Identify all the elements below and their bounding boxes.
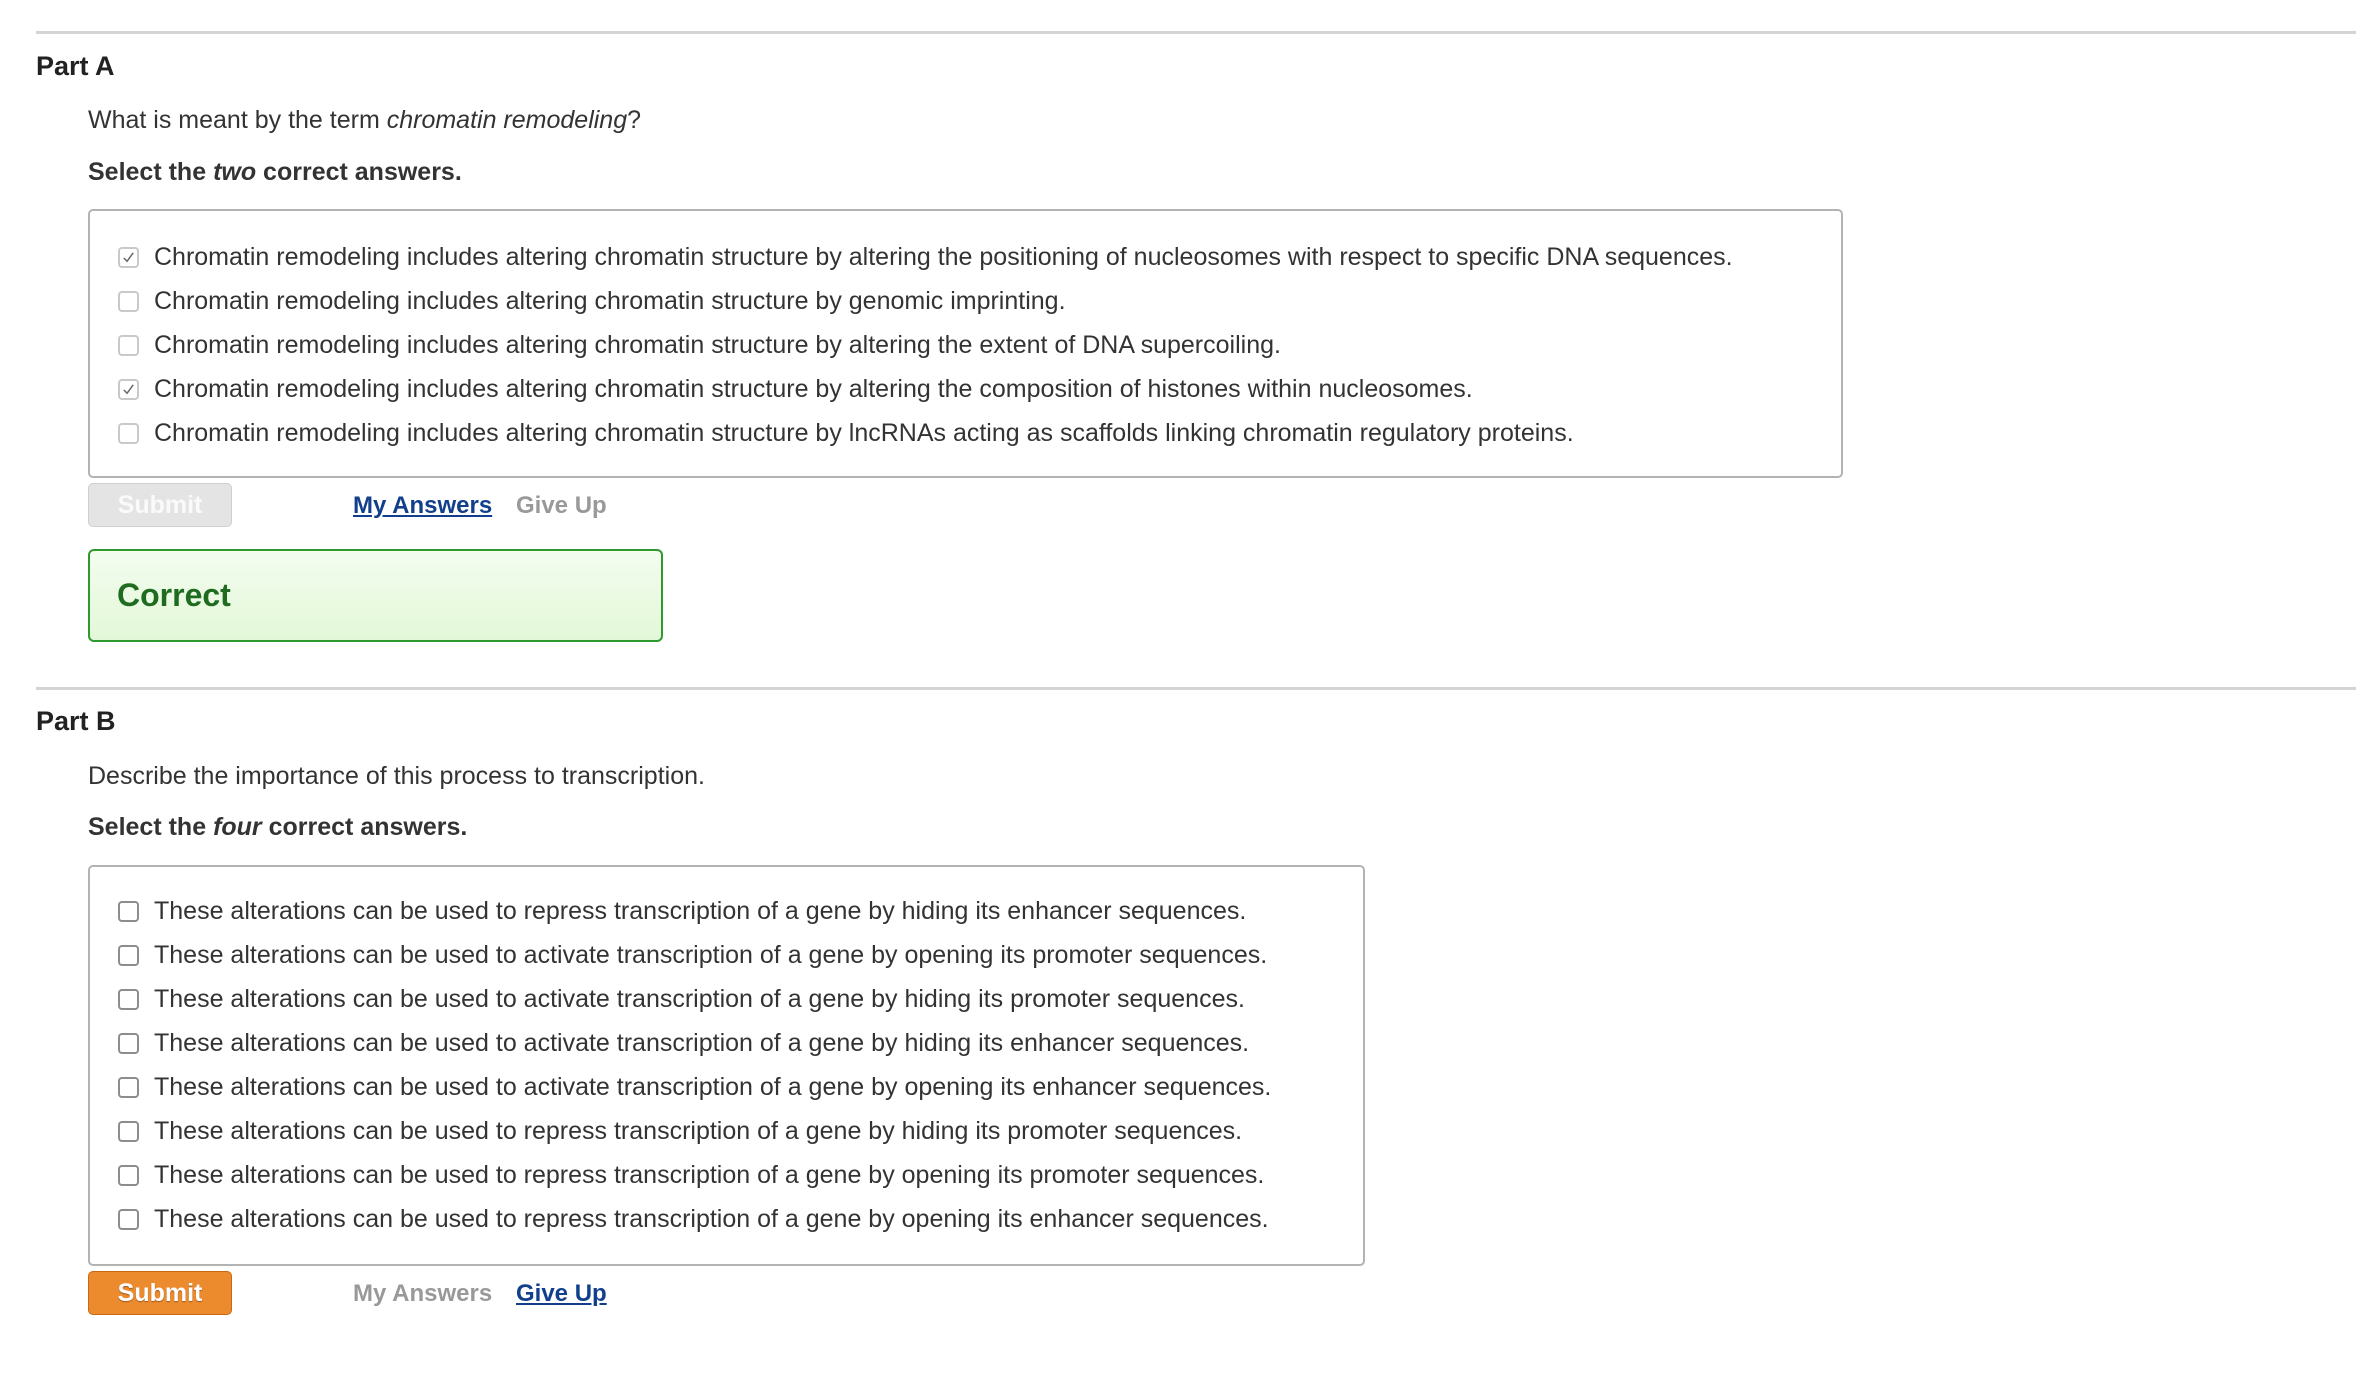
part-a-options: Chromatin remodeling includes altering c… — [88, 209, 1843, 478]
option-label: Chromatin remodeling includes altering c… — [154, 286, 1066, 315]
checkbox[interactable] — [118, 988, 139, 1010]
part-b-actions: Submit My Answers Give Up — [88, 1271, 688, 1317]
checkbox[interactable] — [118, 944, 139, 966]
option-label: These alterations can be used to repress… — [154, 896, 1247, 925]
part-a-instruction: Select the two correct answers. — [88, 158, 462, 187]
answer-option[interactable]: These alterations can be used to repress… — [118, 1155, 1264, 1195]
answer-option[interactable]: Chromatin remodeling includes altering c… — [118, 281, 1066, 321]
option-label: These alterations can be used to activat… — [154, 1072, 1272, 1101]
part-a-divider — [36, 31, 2356, 34]
give-up-link[interactable]: Give Up — [516, 483, 607, 529]
check-icon — [123, 251, 134, 262]
part-a-actions: Submit My Answers Give Up — [88, 483, 688, 529]
submit-button[interactable]: Submit — [88, 483, 232, 527]
option-label: These alterations can be used to activat… — [154, 1028, 1250, 1057]
checkbox[interactable] — [118, 334, 139, 356]
answer-option[interactable]: These alterations can be used to activat… — [118, 1023, 1249, 1063]
part-b-question: Describe the importance of this process … — [88, 762, 705, 790]
checkbox[interactable] — [118, 378, 139, 400]
instruction-emphasis: four — [213, 813, 262, 841]
part-a-title: Part A — [36, 51, 115, 81]
instruction-suffix: correct answers. — [261, 813, 468, 841]
question-term: chromatin remodeling — [386, 106, 628, 134]
instruction-prefix: Select the — [88, 158, 214, 186]
part-b-instruction: Select the four correct answers. — [88, 813, 467, 842]
answer-option[interactable]: These alterations can be used to repress… — [118, 891, 1246, 931]
part-b-title: Part B — [36, 706, 116, 736]
answer-option[interactable]: These alterations can be used to repress… — [118, 1199, 1269, 1239]
answer-option[interactable]: These alterations can be used to activat… — [118, 935, 1267, 975]
instruction-emphasis: two — [213, 158, 257, 186]
checkbox[interactable] — [118, 900, 139, 922]
option-label: These alterations can be used to activat… — [154, 940, 1268, 969]
question-suffix: ? — [627, 106, 642, 134]
option-label: Chromatin remodeling includes altering c… — [154, 330, 1281, 359]
option-label: These alterations can be used to repress… — [154, 1204, 1269, 1233]
checkbox[interactable] — [118, 422, 139, 444]
feedback-text: Correct — [117, 577, 231, 613]
answer-option[interactable]: These alterations can be used to repress… — [118, 1111, 1242, 1151]
option-label: These alterations can be used to activat… — [154, 984, 1245, 1013]
instruction-suffix: correct answers. — [256, 158, 462, 186]
check-icon — [123, 383, 134, 394]
option-label: Chromatin remodeling includes altering c… — [154, 418, 1574, 447]
answer-option[interactable]: These alterations can be used to activat… — [118, 979, 1245, 1019]
question-prefix: What is meant by the term — [88, 106, 387, 134]
option-label: Chromatin remodeling includes altering c… — [154, 242, 1733, 271]
answer-option[interactable]: Chromatin remodeling includes altering c… — [118, 325, 1281, 365]
answer-option[interactable]: These alterations can be used to activat… — [118, 1067, 1271, 1107]
option-label: Chromatin remodeling includes altering c… — [154, 374, 1473, 403]
part-b-divider — [36, 687, 2356, 690]
option-label: These alterations can be used to repress… — [154, 1160, 1265, 1189]
part-a-question: What is meant by the term chromatin remo… — [88, 106, 641, 135]
checkbox[interactable] — [118, 246, 139, 268]
submit-button[interactable]: Submit — [88, 1271, 232, 1315]
feedback-correct: Correct — [88, 549, 663, 642]
my-answers-link[interactable]: My Answers — [353, 1271, 492, 1317]
checkbox[interactable] — [118, 290, 139, 312]
option-label: These alterations can be used to repress… — [154, 1116, 1243, 1145]
checkbox[interactable] — [118, 1208, 139, 1230]
answer-option[interactable]: Chromatin remodeling includes altering c… — [118, 413, 1574, 453]
checkbox[interactable] — [118, 1164, 139, 1186]
part-b-options: These alterations can be used to repress… — [88, 865, 1365, 1266]
my-answers-link[interactable]: My Answers — [353, 483, 492, 529]
give-up-link[interactable]: Give Up — [516, 1271, 607, 1317]
answer-option[interactable]: Chromatin remodeling includes altering c… — [118, 237, 1733, 277]
checkbox[interactable] — [118, 1120, 139, 1142]
checkbox[interactable] — [118, 1076, 139, 1098]
checkbox[interactable] — [118, 1032, 139, 1054]
instruction-prefix: Select the — [88, 813, 214, 841]
answer-option[interactable]: Chromatin remodeling includes altering c… — [118, 369, 1473, 409]
